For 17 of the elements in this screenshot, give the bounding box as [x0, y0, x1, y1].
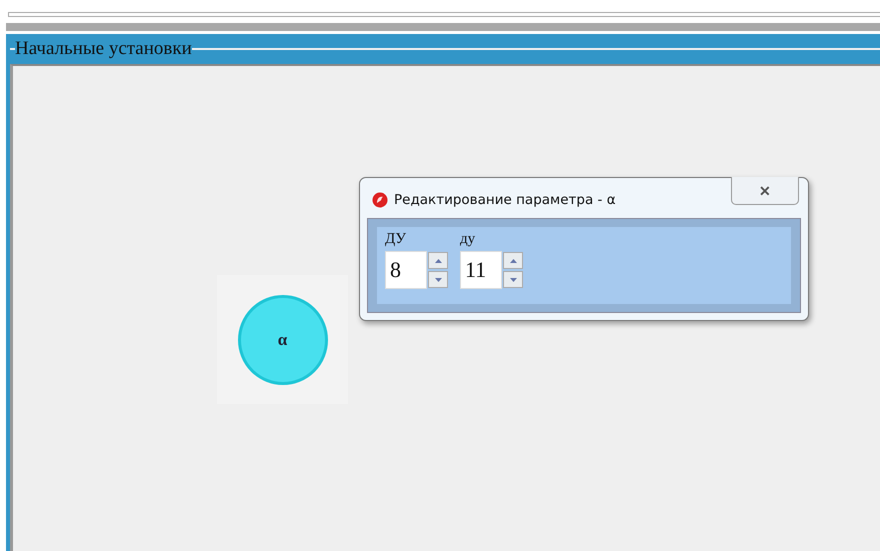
close-button[interactable]: ✕	[731, 177, 799, 205]
parameter-node[interactable]: α	[238, 294, 328, 384]
up-arrow-icon	[434, 258, 442, 262]
number-field[interactable]: 11	[460, 251, 502, 289]
number-field[interactable]: 8	[385, 251, 427, 289]
panel-title: Начальные установки	[15, 38, 192, 60]
app-icon	[372, 192, 388, 208]
field-label: ДУ	[385, 231, 408, 248]
dialog-title: Редактирование параметра - α	[394, 192, 616, 208]
up-arrow-icon	[510, 258, 516, 262]
down-arrow-icon	[510, 278, 516, 282]
down-arrow-icon	[434, 278, 442, 282]
spin-up-button[interactable]	[503, 252, 523, 269]
spin-down-button[interactable]	[428, 271, 448, 288]
spin-down-button[interactable]	[503, 271, 523, 288]
field-label: ду	[460, 231, 476, 248]
spin-up-button[interactable]	[428, 252, 448, 269]
